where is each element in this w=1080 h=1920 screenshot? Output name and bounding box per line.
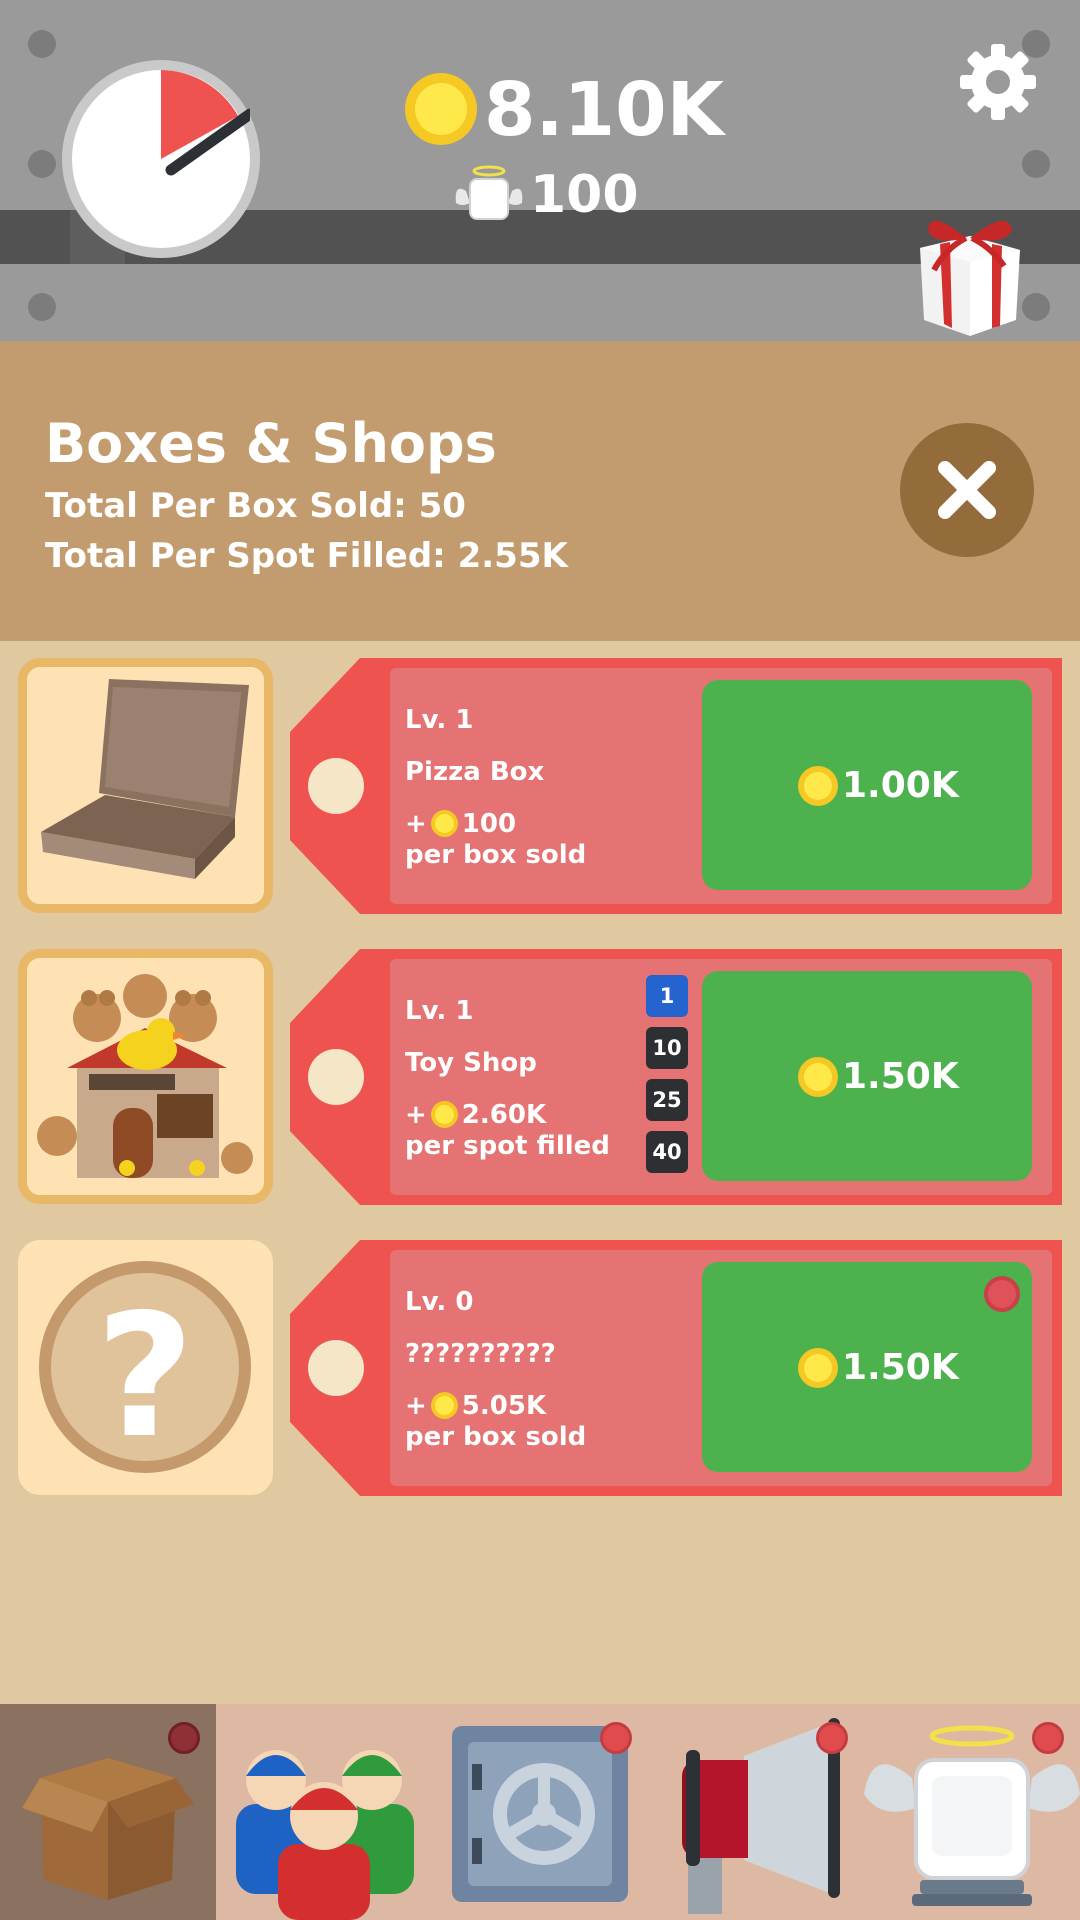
item-row-locked: ? Lv. 0 ?????????? +5.05K per box sold 1… <box>0 1240 1080 1496</box>
notification-dot <box>600 1722 632 1754</box>
nav-marketing[interactable] <box>648 1704 864 1920</box>
price-tag: Lv. 1 Pizza Box +100 per box sold 1.00K <box>290 658 1062 914</box>
item-row-pizza-box: Lv. 1 Pizza Box +100 per box sold 1.00K <box>0 658 1080 914</box>
buy-amount-40-button[interactable]: 40 <box>646 1131 688 1173</box>
notification-dot <box>1032 1722 1064 1754</box>
coin-icon <box>430 1101 458 1128</box>
notification-dot <box>816 1722 848 1754</box>
reward-prefix: + <box>405 1391 427 1421</box>
reward-unit: per box sold <box>405 840 587 870</box>
bolt <box>28 293 56 321</box>
gift-icon[interactable] <box>900 208 1032 338</box>
notification-dot <box>984 1276 1020 1312</box>
item-level: Lv. 0 <box>405 1287 474 1317</box>
buy-price: 1.50K <box>842 1056 959 1097</box>
coin-icon <box>430 1392 458 1419</box>
top-bar: 8.10K 100 <box>0 0 1080 341</box>
bolt <box>28 150 56 178</box>
coin-icon <box>798 1348 838 1388</box>
buy-price: 1.00K <box>842 765 959 806</box>
reward-value: 2.60K <box>461 1100 547 1130</box>
buy-amount-10-button[interactable]: 10 <box>646 1027 688 1069</box>
item-reward: +100 <box>405 808 516 840</box>
coin-icon <box>798 766 838 806</box>
total-per-box-sold: Total Per Box Sold: 50 <box>45 486 466 526</box>
item-name: ?????????? <box>405 1339 556 1369</box>
reward-unit: per box sold <box>405 1422 587 1452</box>
gear-icon[interactable] <box>958 42 1038 122</box>
buy-button[interactable]: 1.00K <box>702 680 1032 890</box>
buy-button[interactable]: 1.50K <box>702 1262 1032 1472</box>
close-button[interactable] <box>900 423 1034 557</box>
toy-shop-image <box>18 949 273 1204</box>
reward-value: 5.05K <box>461 1391 547 1421</box>
nav-workers[interactable] <box>216 1704 432 1920</box>
price-tag: Lv. 0 ?????????? +5.05K per box sold 1.5… <box>290 1240 1062 1496</box>
buy-price: 1.50K <box>842 1347 959 1388</box>
bolt <box>28 30 56 58</box>
total-per-spot-filled: Total Per Spot Filled: 2.55K <box>45 536 568 576</box>
notification-dot <box>168 1722 200 1754</box>
question-mark-icon: ? <box>96 1278 195 1476</box>
bolt <box>1022 150 1050 178</box>
timer-clock-icon <box>62 60 260 258</box>
coin-icon <box>430 810 458 837</box>
buy-amount-25-button[interactable]: 25 <box>646 1079 688 1121</box>
angel-icon <box>455 165 523 220</box>
item-name: Toy Shop <box>405 1048 537 1078</box>
bottom-nav <box>0 1704 1080 1920</box>
nav-boxes-shops[interactable] <box>0 1704 216 1920</box>
item-row-toy-shop: Lv. 1 Toy Shop +2.60K per spot filled 1 … <box>0 949 1080 1205</box>
reward-prefix: + <box>405 1100 427 1130</box>
locked-item-image: ? <box>18 1240 273 1495</box>
item-level: Lv. 1 <box>405 996 474 1026</box>
coin-icon <box>798 1057 838 1097</box>
item-name: Pizza Box <box>405 757 545 787</box>
app-screen: 8.10K 100 Boxes & Shops Total Per Box So… <box>0 0 1080 1920</box>
reward-unit: per spot filled <box>405 1131 610 1161</box>
page-title: Boxes & Shops <box>45 412 497 475</box>
item-reward: +2.60K <box>405 1099 546 1131</box>
buy-button[interactable]: 1.50K <box>702 971 1032 1181</box>
price-tag: Lv. 1 Toy Shop +2.60K per spot filled 1 … <box>290 949 1062 1205</box>
coin-icon <box>405 73 477 145</box>
nav-safe[interactable] <box>432 1704 648 1920</box>
reward-value: 100 <box>461 809 517 839</box>
close-icon <box>938 461 996 519</box>
pizza-box-image <box>18 658 273 913</box>
item-level: Lv. 1 <box>405 705 474 735</box>
reward-prefix: + <box>405 809 427 839</box>
nav-angels[interactable] <box>864 1704 1080 1920</box>
workers-icon <box>236 1750 414 1920</box>
item-reward: +5.05K <box>405 1390 546 1422</box>
angel-count: 100 <box>530 165 639 225</box>
coin-balance: 8.10K <box>484 67 724 153</box>
buy-amount-1-button[interactable]: 1 <box>646 975 688 1017</box>
